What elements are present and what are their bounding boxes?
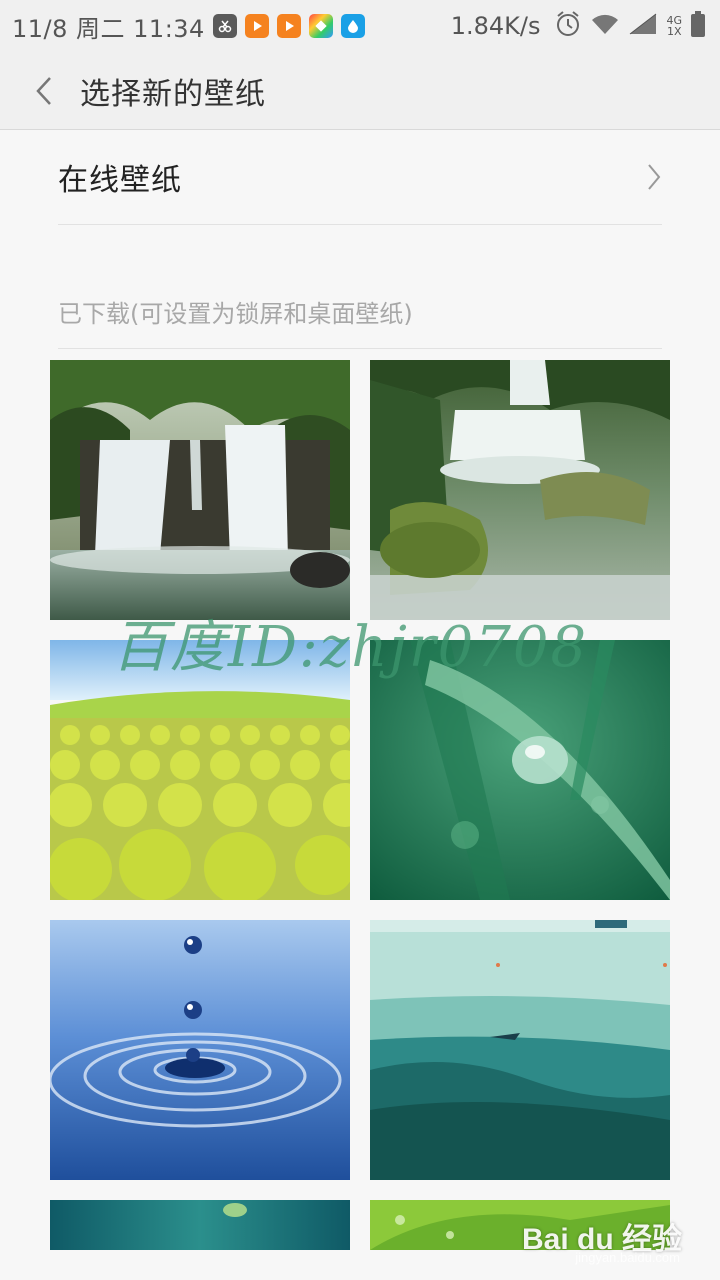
drop-app-icon bbox=[340, 14, 365, 38]
scissors-app-icon bbox=[212, 14, 237, 38]
battery-icon bbox=[690, 10, 706, 42]
cellular-signal-icon bbox=[628, 12, 658, 40]
downloaded-section-label: 已下载(可设置为锁屏和桌面壁纸) bbox=[58, 294, 662, 349]
wifi-icon bbox=[590, 12, 620, 40]
baidu-url: jingyan.baidu.com bbox=[575, 1250, 680, 1265]
video-app-icon bbox=[244, 14, 269, 38]
chevron-right-icon bbox=[648, 164, 661, 190]
network-type: 4G 1X bbox=[666, 15, 682, 37]
status-time: 11/8 周二 11:34 bbox=[12, 14, 205, 43]
back-button[interactable] bbox=[14, 52, 74, 130]
video-app-icon-2 bbox=[276, 14, 301, 38]
wallpaper-thumb-water-drop-ripple[interactable] bbox=[50, 920, 350, 1180]
page-title: 选择新的壁纸 bbox=[80, 76, 266, 112]
wallpaper-thumb-waterfall-moss-stream[interactable] bbox=[370, 360, 670, 620]
network-speed: 1.84K/s bbox=[450, 12, 541, 40]
wallpaper-thumb-teal-leaf-water[interactable] bbox=[50, 1200, 350, 1250]
title-bar: 选择新的壁纸 bbox=[0, 52, 720, 130]
online-wallpapers-item[interactable]: 在线壁纸 bbox=[58, 130, 662, 225]
online-wallpapers-label: 在线壁纸 bbox=[58, 163, 182, 198]
wallpaper-thumb-waterfall-forest[interactable] bbox=[50, 360, 350, 620]
watermark-text: 百度ID:zhjr0708 bbox=[112, 615, 589, 680]
network-type-bottom: 1X bbox=[666, 25, 682, 38]
chevron-left-icon bbox=[36, 76, 51, 105]
status-bar: 11/8 周二 11:34 1.84K/s 4G 1X bbox=[0, 0, 720, 52]
colorful-app-icon bbox=[308, 14, 333, 38]
wallpaper-thumb-ocean-illustration[interactable] bbox=[370, 920, 670, 1180]
alarm-icon bbox=[554, 10, 582, 42]
